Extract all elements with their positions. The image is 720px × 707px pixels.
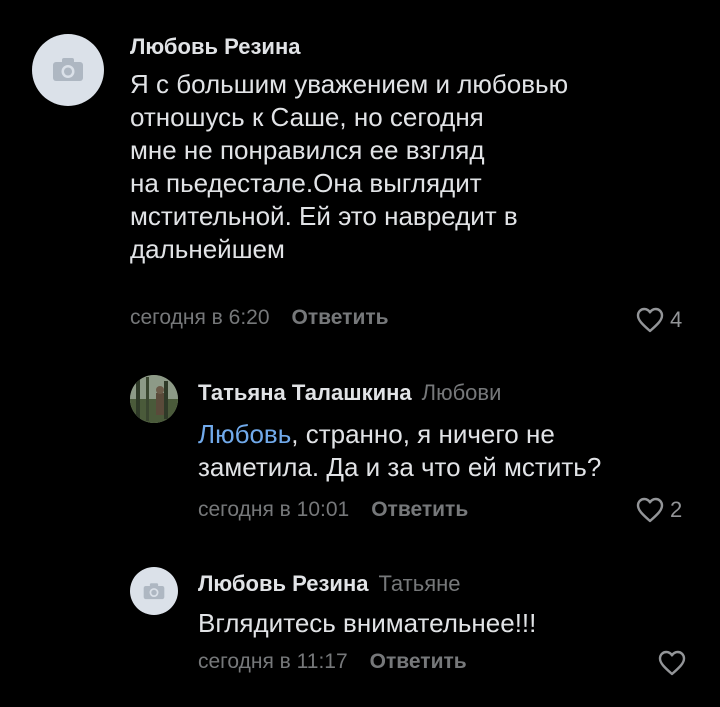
camera-icon — [143, 582, 165, 599]
like-count: 4 — [670, 307, 683, 332]
camera-icon — [53, 58, 83, 81]
like-button[interactable]: 2 — [636, 497, 682, 523]
heart-icon — [636, 497, 664, 523]
comment-header: Татьяна Талашкина Любови — [198, 380, 501, 406]
comment-meta: сегодня в 11:17 Ответить — [198, 649, 467, 675]
comment-meta: сегодня в 10:01 Ответить — [198, 497, 468, 523]
avatar[interactable] — [130, 375, 178, 423]
like-button[interactable] — [658, 650, 692, 676]
timestamp: сегодня в 10:01 — [198, 498, 350, 521]
reply-to-label[interactable]: Любови — [422, 380, 502, 405]
comment-text: Любовь, странно, я ничего не заметила. Д… — [198, 418, 698, 484]
comment-header: Любовь Резина — [130, 34, 300, 60]
author-name[interactable]: Татьяна Талашкина — [198, 380, 412, 405]
avatar[interactable] — [32, 34, 104, 106]
author-name[interactable]: Любовь Резина — [130, 34, 300, 59]
comment-text: Вглядитесь внимательнее!!! — [198, 608, 537, 638]
user-photo — [130, 375, 178, 423]
author-name[interactable]: Любовь Резина — [198, 571, 368, 596]
like-count: 2 — [670, 497, 683, 522]
mention-link[interactable]: Любовь — [198, 419, 291, 449]
timestamp: сегодня в 11:17 — [198, 650, 348, 673]
comment-text: Я с большим уважением и любовью отношусь… — [130, 69, 569, 264]
heart-icon — [636, 307, 664, 333]
comment-header: Любовь Резина Татьяне — [198, 571, 461, 597]
timestamp: сегодня в 6:20 — [130, 306, 270, 329]
like-button[interactable]: 4 — [636, 307, 682, 333]
reply-button[interactable]: Ответить — [370, 650, 467, 673]
avatar[interactable] — [130, 567, 178, 615]
reply-button[interactable]: Ответить — [292, 306, 389, 329]
reply-to-label[interactable]: Татьяне — [378, 571, 460, 596]
heart-icon — [658, 650, 686, 676]
reply-button[interactable]: Ответить — [371, 498, 468, 521]
comment-meta: сегодня в 6:20 Ответить — [130, 305, 389, 331]
